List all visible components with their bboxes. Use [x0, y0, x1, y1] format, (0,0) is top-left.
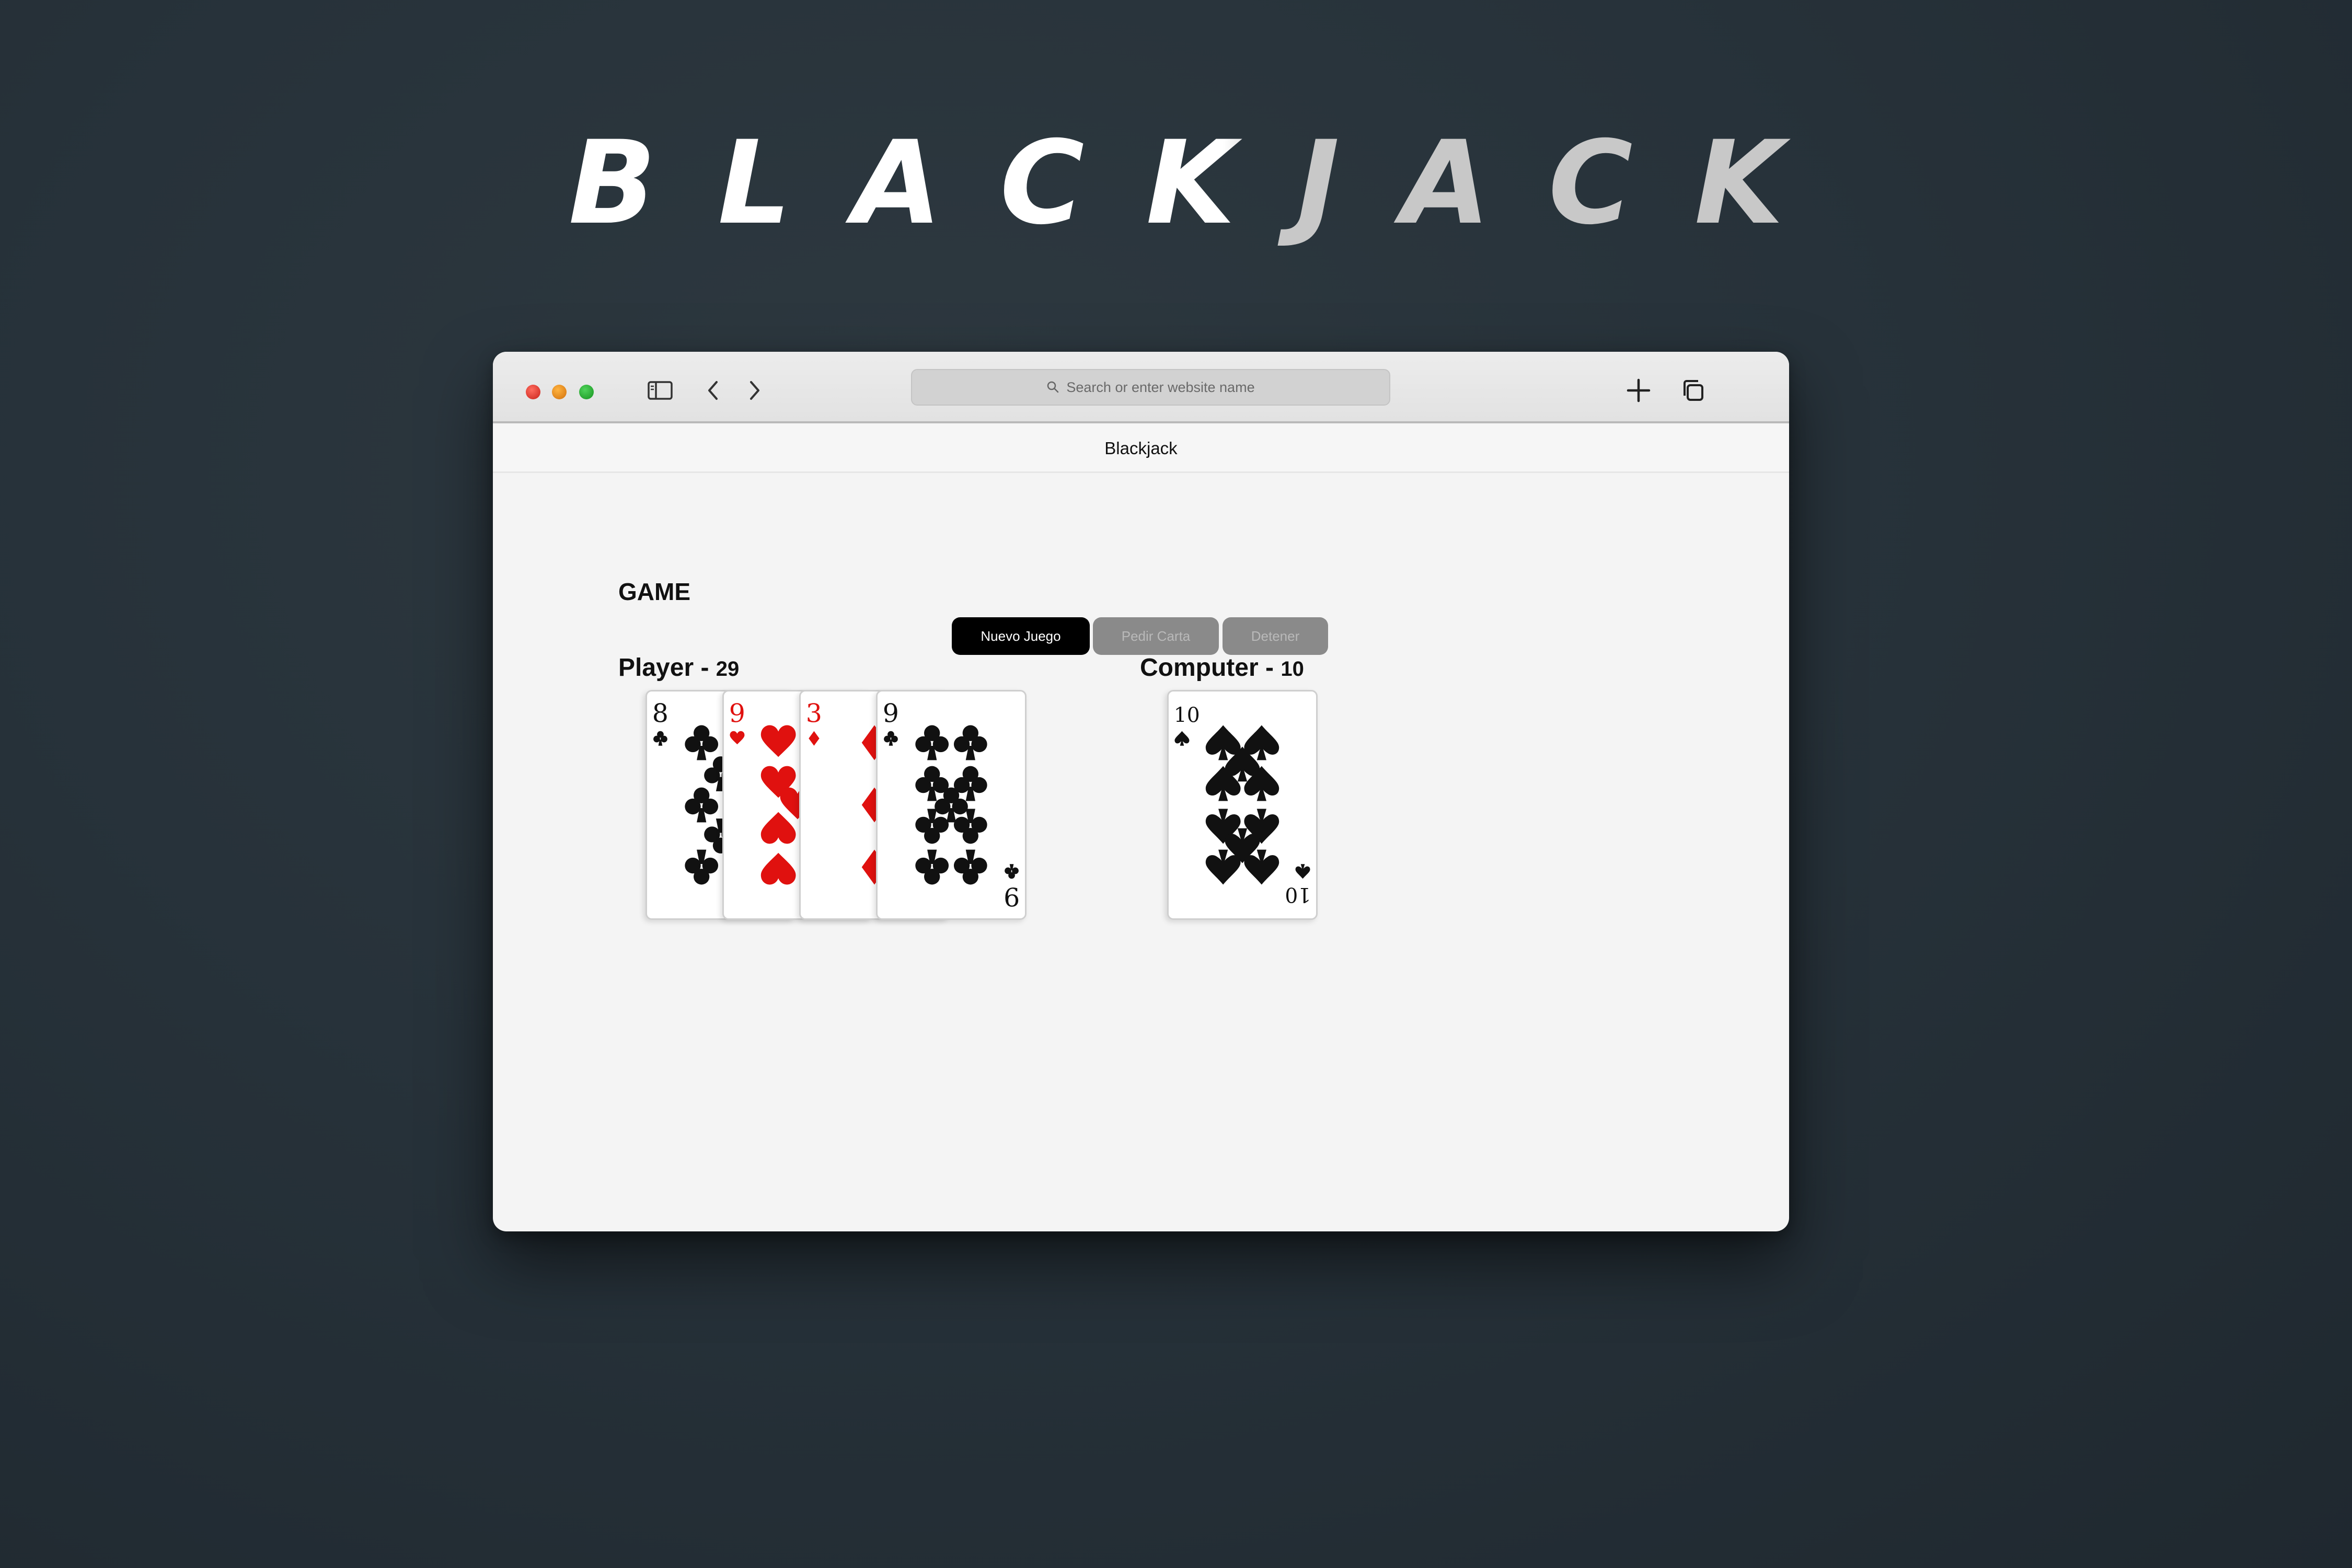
forward-icon[interactable] [739, 375, 770, 406]
player-points: 29 [716, 658, 740, 681]
clubs-pip-icon [953, 725, 987, 760]
computer-score-label: Computer - 10 [1140, 653, 1304, 682]
browser-window: Search or enter website name Blackjack G… [493, 352, 1789, 1231]
clubs-pip-icon [685, 849, 719, 885]
clubs-pip-icon [685, 787, 719, 823]
clubs-pip-icon [915, 849, 949, 885]
player-card-rank: 8 [652, 698, 668, 728]
player-score-label: Player - 29 [618, 653, 739, 682]
player-card-rank: 9 [883, 698, 899, 728]
search-icon [1047, 381, 1059, 393]
hearts-pip-icon [760, 725, 796, 757]
tab-title[interactable]: Blackjack [493, 423, 1789, 473]
address-bar[interactable]: Search or enter website name [911, 369, 1390, 406]
close-window-button[interactable] [526, 385, 540, 399]
diamonds-corner-icon [809, 731, 820, 746]
hero-title: BLACKJACK [0, 120, 2352, 246]
computer-label: Computer - [1140, 654, 1274, 682]
computer-points: 10 [1281, 658, 1304, 681]
spades-corner-icon [1295, 864, 1310, 879]
draw-card-button[interactable]: Pedir Carta [1093, 617, 1219, 655]
new-game-button[interactable]: Nuevo Juego [952, 617, 1090, 655]
player-card-rank: 9 [729, 698, 745, 728]
minimize-window-button[interactable] [552, 385, 567, 399]
computer-card-1: 10 10 [1167, 690, 1318, 920]
clubs-pip-icon [685, 725, 719, 760]
clubs-corner-icon [653, 731, 667, 746]
player-card-4: 99 [876, 690, 1027, 920]
tab-overview-icon[interactable] [1677, 375, 1709, 406]
stop-button[interactable]: Detener [1223, 617, 1328, 655]
hearts-pip-icon [760, 812, 796, 844]
zoom-window-button[interactable] [579, 385, 594, 399]
computer-card-rank: 10 [1174, 704, 1200, 727]
clubs-corner-icon [1005, 864, 1019, 879]
clubs-pip-icon [953, 849, 987, 885]
computer-card-rank-bottom: 10 [1285, 883, 1311, 906]
sidebar-icon[interactable] [644, 375, 676, 406]
tab-bar: Blackjack [493, 423, 1789, 473]
game-heading: GAME [618, 578, 690, 605]
clubs-corner-icon [884, 731, 898, 746]
address-placeholder: Search or enter website name [1066, 379, 1255, 395]
hearts-corner-icon [730, 731, 745, 745]
browser-toolbar: Search or enter website name [493, 352, 1789, 423]
page-content: GAME Nuevo Juego Pedir Carta Detener Pla… [493, 473, 1789, 1231]
spades-corner-icon [1174, 731, 1190, 746]
hearts-pip-icon [760, 852, 796, 885]
clubs-pip-icon [915, 725, 949, 760]
player-label: Player - [618, 654, 709, 682]
player-card-rank-bottom: 9 [1004, 882, 1020, 912]
back-icon[interactable] [698, 375, 729, 406]
new-tab-icon[interactable] [1623, 375, 1654, 406]
player-card-rank: 3 [806, 698, 822, 728]
